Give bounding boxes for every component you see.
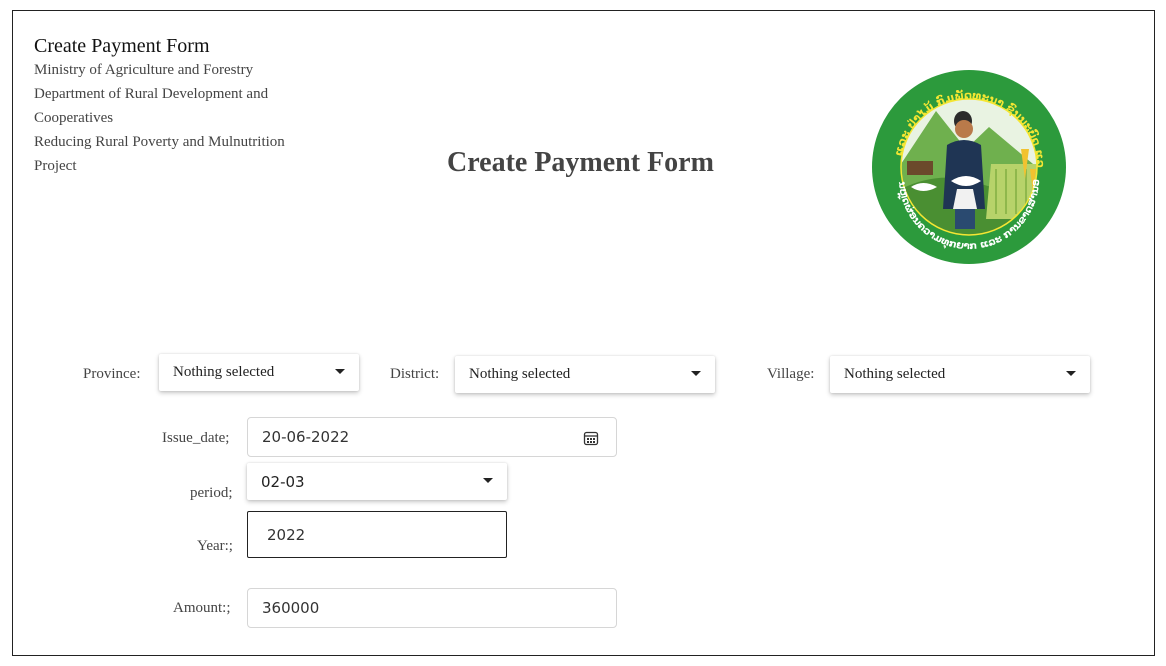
app-title: Create Payment Form bbox=[34, 35, 210, 57]
year-value: 2022 bbox=[267, 525, 306, 544]
village-select[interactable]: Nothing selected bbox=[830, 356, 1090, 393]
org-line-department: Department of Rural Development and bbox=[34, 86, 269, 102]
period-select[interactable]: 02-03 bbox=[247, 463, 507, 500]
chevron-down-icon bbox=[691, 371, 701, 376]
chevron-down-icon bbox=[1066, 371, 1076, 376]
period-select-value: 02-03 bbox=[261, 472, 305, 491]
page-title: Create Payment Form bbox=[447, 147, 714, 178]
org-line-department-cont: Cooperatives bbox=[34, 110, 114, 126]
amount-label: Amount:; bbox=[173, 600, 231, 616]
chevron-down-icon bbox=[335, 369, 345, 374]
district-select-value: Nothing selected bbox=[469, 366, 571, 382]
district-select[interactable]: Nothing selected bbox=[455, 356, 715, 393]
chevron-down-icon bbox=[483, 478, 493, 483]
province-label: Province: bbox=[83, 366, 141, 382]
project-seal-logo: ກະຊວງກະສິກຳ ແລະ ປ່າໄມ້ ກົມພັດທະນາ ຊົນນະບ… bbox=[871, 69, 1066, 264]
amount-field[interactable]: 360000 bbox=[247, 588, 617, 628]
issue-date-label: Issue_date; bbox=[162, 430, 230, 446]
province-select[interactable]: Nothing selected bbox=[159, 354, 359, 391]
year-label: Year:; bbox=[197, 538, 233, 554]
period-label: period; bbox=[190, 485, 233, 501]
district-label: District: bbox=[390, 366, 440, 382]
amount-value: 360000 bbox=[262, 599, 320, 617]
year-field[interactable]: 2022 bbox=[247, 511, 507, 558]
calendar-icon[interactable] bbox=[583, 430, 599, 446]
village-label: Village: bbox=[767, 366, 815, 382]
issue-date-field[interactable]: 20-06-2022 bbox=[247, 417, 617, 457]
province-select-value: Nothing selected bbox=[173, 364, 275, 380]
org-line-project-cont: Project bbox=[34, 158, 77, 174]
header-block: Create Payment Form Ministry of Agricult… bbox=[34, 34, 334, 178]
org-line-ministry: Ministry of Agriculture and Forestry bbox=[34, 62, 254, 78]
village-select-value: Nothing selected bbox=[844, 366, 946, 382]
issue-date-value: 20-06-2022 bbox=[262, 428, 350, 446]
page-frame: Create Payment Form Ministry of Agricult… bbox=[12, 10, 1155, 656]
org-line-project: Reducing Rural Poverty and Mulnutrition bbox=[34, 134, 285, 150]
